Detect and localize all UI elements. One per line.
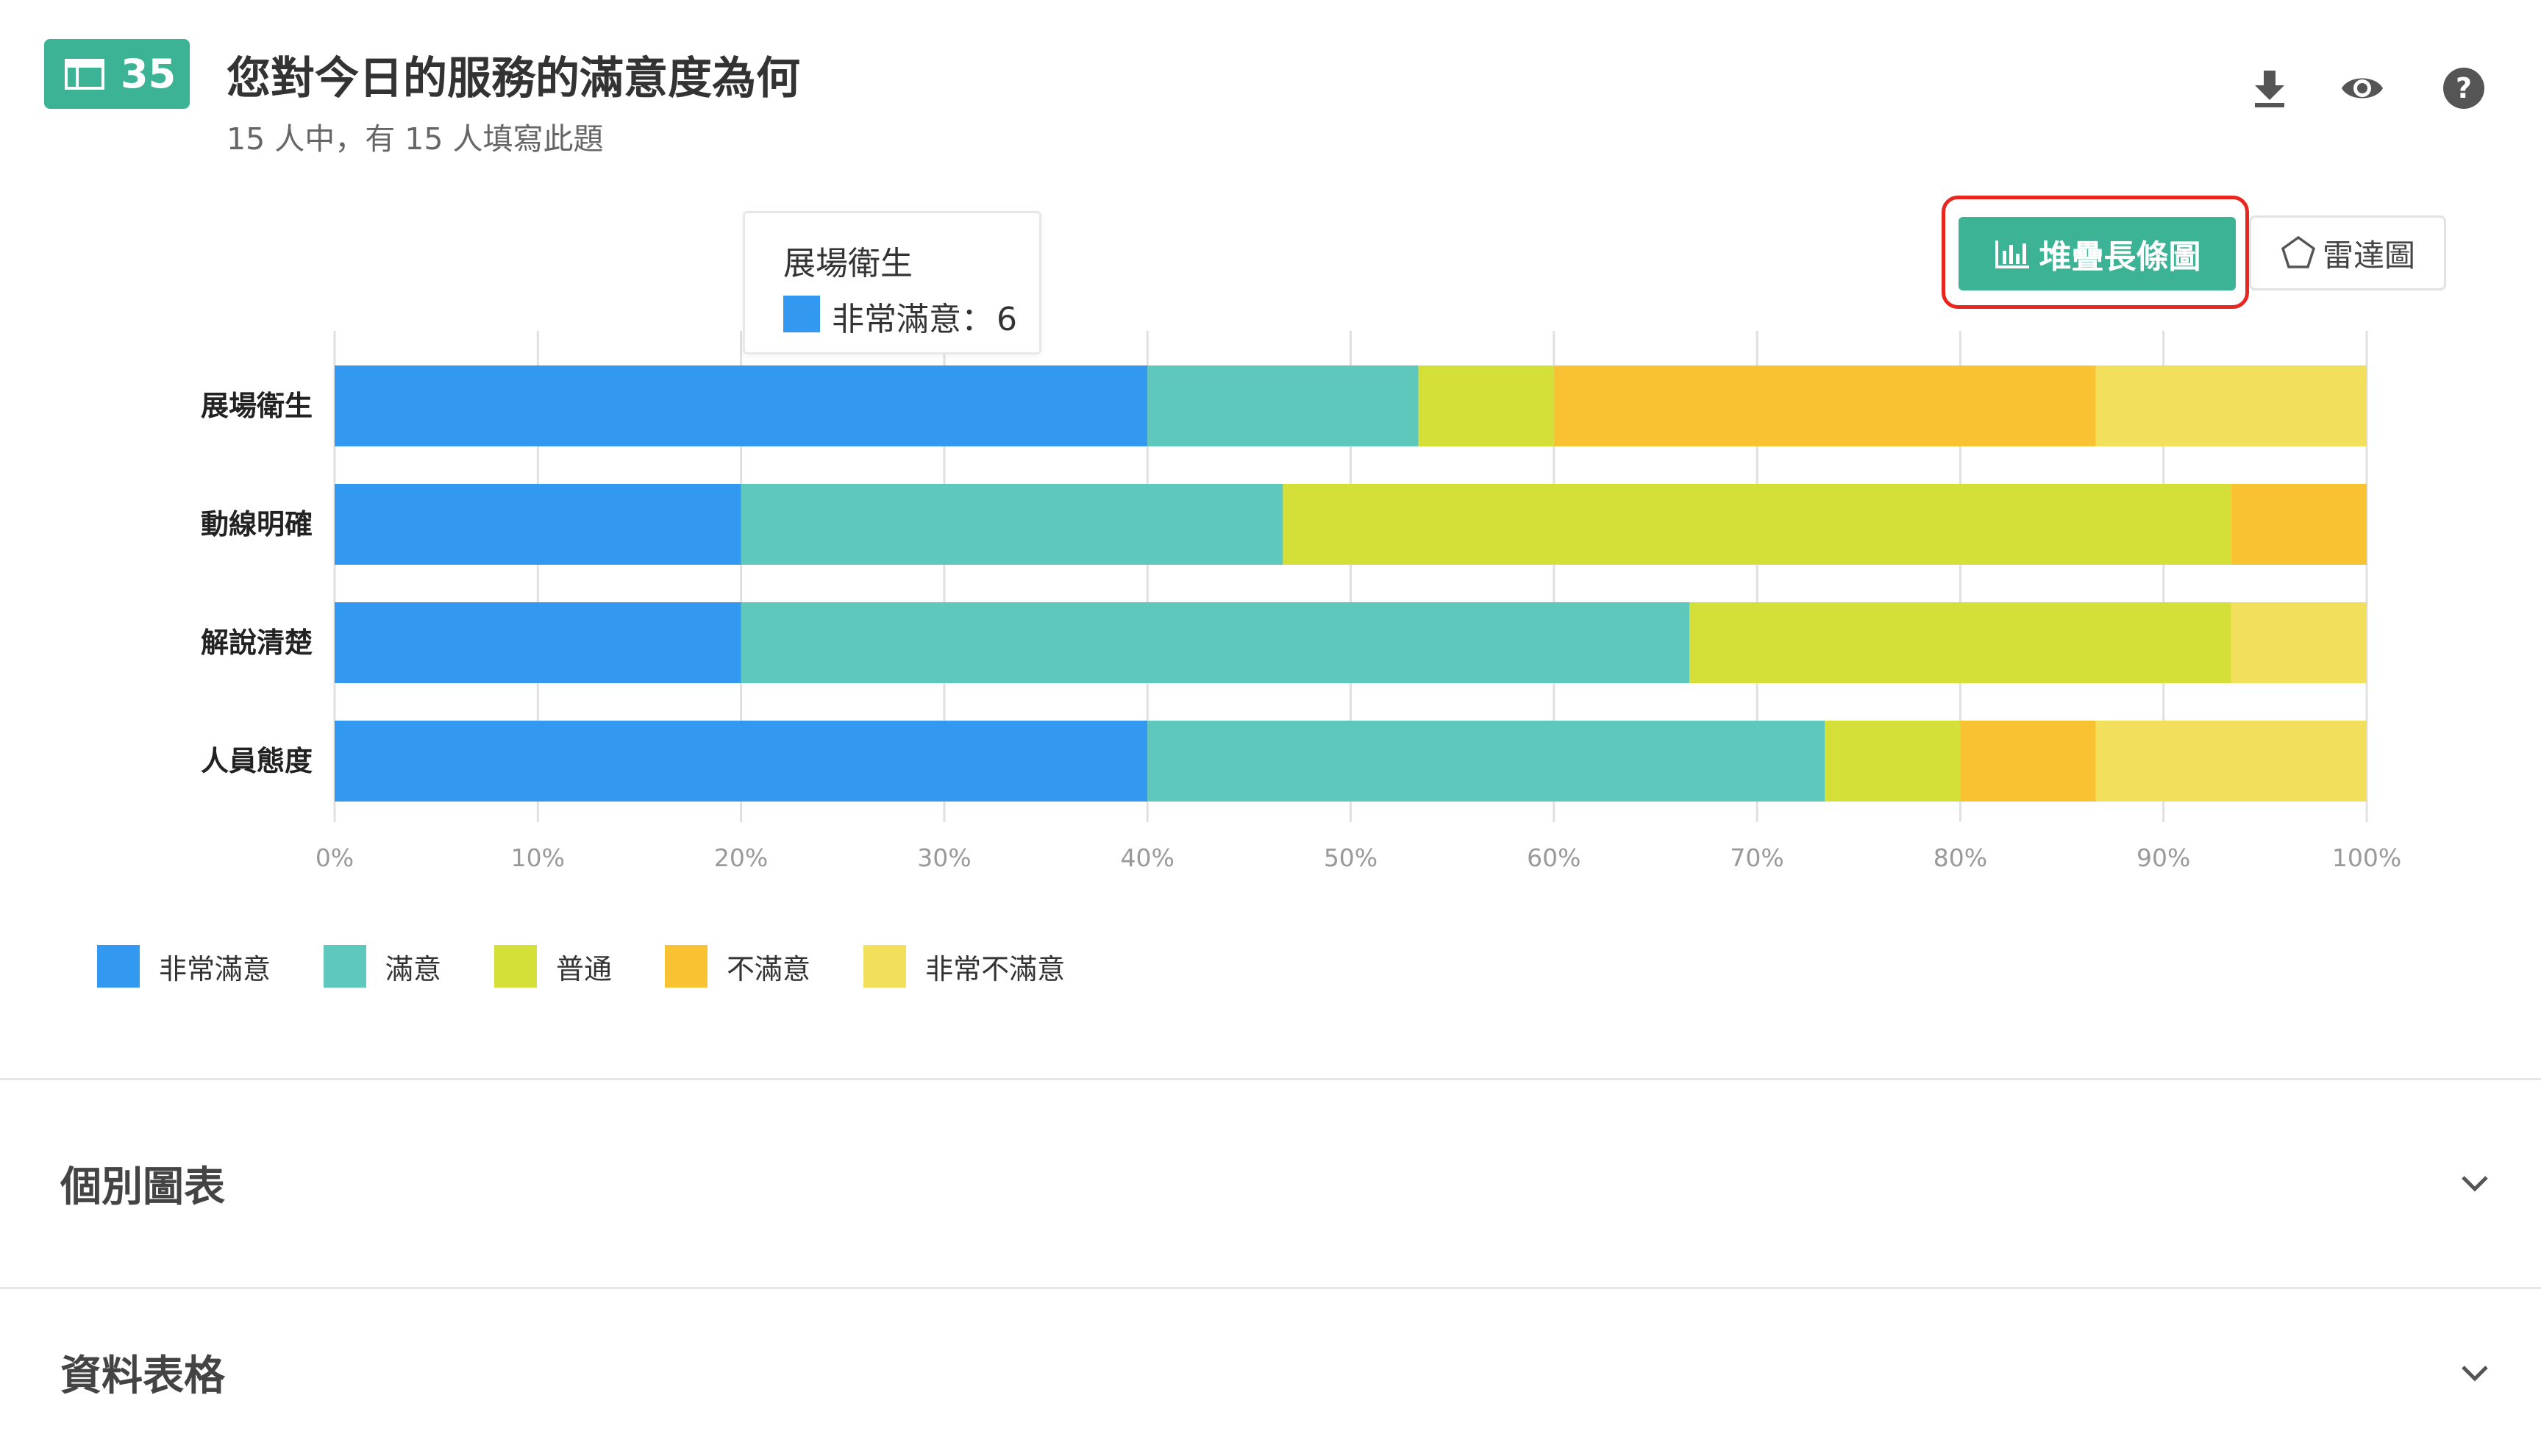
data-table-section[interactable]: 資料表格 <box>0 1289 2541 1456</box>
x-tick-label: 10% <box>511 843 565 872</box>
tooltip-category: 展場衛生 <box>783 245 913 282</box>
x-tick-label: 20% <box>714 843 768 872</box>
bar-segment[interactable] <box>335 721 1148 802</box>
chevron-down-icon[interactable] <box>2454 1163 2495 1204</box>
bar-segment[interactable] <box>1283 484 2231 565</box>
legend-label: 不滿意 <box>727 952 811 985</box>
y-category-label: 展場衛生 <box>201 390 313 422</box>
bar-segment[interactable] <box>1147 365 1419 446</box>
stacked-bar-chart: 0% 10% 20% 30% 40% 50% 60% 70% 80% 90% 100% 展場衛生動線明… <box>201 331 2401 872</box>
data-table-title: 資料表格 <box>60 1352 225 1400</box>
bar-segment[interactable] <box>2095 721 2367 802</box>
bar-segment[interactable] <box>1147 721 1825 802</box>
bar-segment[interactable] <box>741 602 1689 683</box>
tooltip-value: 6 <box>997 301 1017 338</box>
individual-charts-title: 個別圖表 <box>60 1163 225 1211</box>
legend-swatch <box>665 945 708 988</box>
x-tick-label: 60% <box>1527 843 1580 872</box>
bar-segment[interactable] <box>1553 365 2096 446</box>
bar-segment[interactable] <box>2095 365 2367 446</box>
x-tick-label: 0% <box>316 843 354 872</box>
legend-item[interactable]: 非常滿意 <box>97 945 271 988</box>
bar-segment[interactable] <box>2231 484 2367 565</box>
x-tick-label: 90% <box>2136 843 2190 872</box>
legend-item[interactable]: 滿意 <box>324 945 441 988</box>
x-tick-label: 100% <box>2332 843 2401 872</box>
legend-item[interactable]: 非常不滿意 <box>863 945 1065 988</box>
chevron-down-icon[interactable] <box>2454 1352 2495 1393</box>
y-category-label: 解說清楚 <box>201 627 313 659</box>
bar-segment[interactable] <box>1418 365 1554 446</box>
legend-label: 非常滿意 <box>159 952 271 985</box>
legend-label: 普通 <box>556 952 613 985</box>
bar-segment[interactable] <box>2231 602 2367 683</box>
bar-segment[interactable] <box>1689 602 2231 683</box>
legend-swatch <box>494 945 538 988</box>
legend-swatch <box>863 945 907 988</box>
bar-segment[interactable] <box>1825 721 1961 802</box>
legend-swatch <box>97 945 140 988</box>
x-tick-label: 30% <box>917 843 971 872</box>
legend-item[interactable]: 普通 <box>494 945 612 988</box>
legend-label: 滿意 <box>385 952 442 985</box>
bar-segment[interactable] <box>335 365 1148 446</box>
tooltip-swatch <box>783 296 820 332</box>
legend-item[interactable]: 不滿意 <box>665 945 810 988</box>
bar-segment[interactable] <box>335 484 741 565</box>
tooltip-series: 非常滿意 <box>832 301 961 338</box>
bar-segment[interactable] <box>741 484 1283 565</box>
bar-segment[interactable] <box>335 602 741 683</box>
x-tick-label: 40% <box>1121 843 1175 872</box>
individual-charts-section[interactable]: 個別圖表 <box>0 1080 2541 1286</box>
legend-label: 非常不滿意 <box>925 952 1066 985</box>
x-tick-label: 80% <box>1934 843 1987 872</box>
x-tick-label: 70% <box>1730 843 1783 872</box>
bar-segment[interactable] <box>1960 721 2096 802</box>
y-category-label: 動線明確 <box>201 508 313 540</box>
x-tick-label: 50% <box>1324 843 1378 872</box>
y-category-label: 人員態度 <box>201 745 313 777</box>
tooltip-value-line: 非常滿意：6 <box>832 293 1017 340</box>
chart-tooltip: 展場衛生 非常滿意：6 <box>743 211 1041 354</box>
tooltip-separator: ： <box>961 301 994 338</box>
legend-swatch <box>324 945 367 988</box>
chart-legend: 非常滿意 滿意 普通 不滿意 非常不滿意 <box>97 945 1118 988</box>
